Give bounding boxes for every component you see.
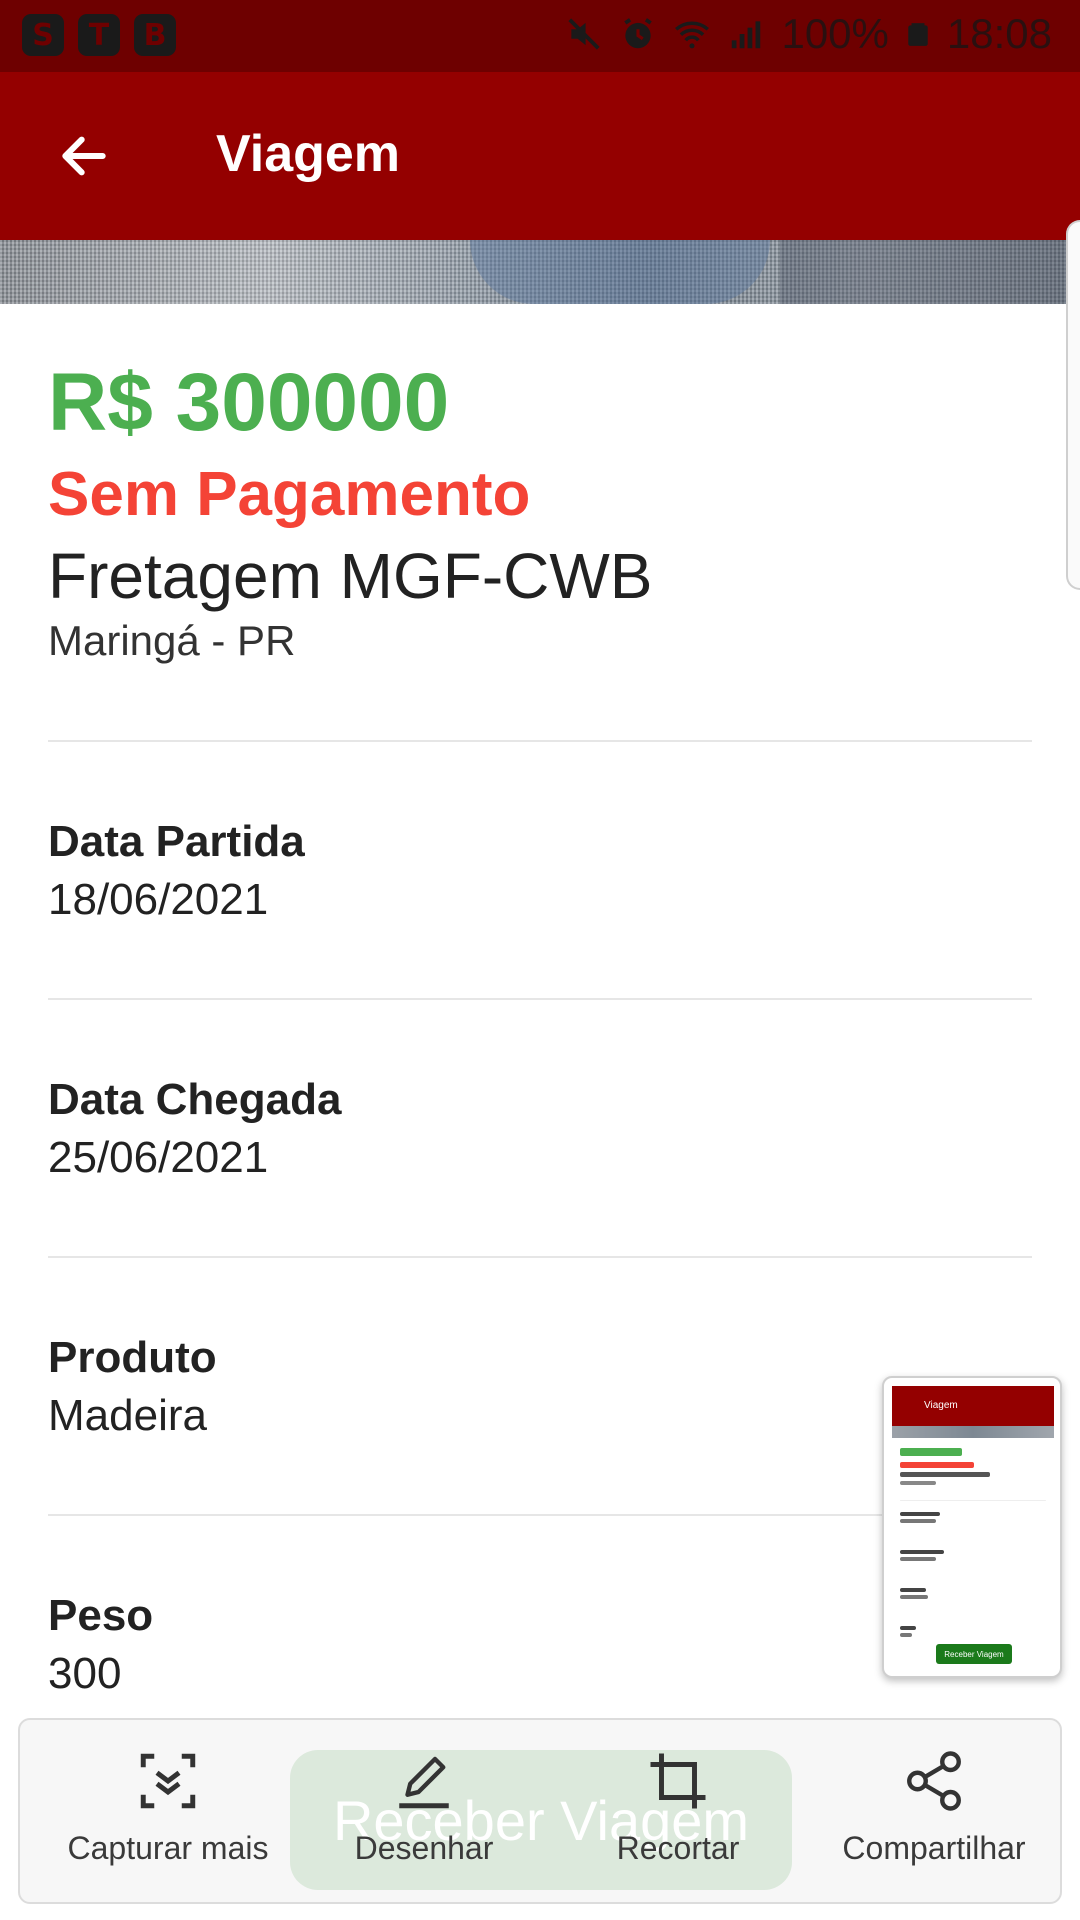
arrival-date-value: 25/06/2021 xyxy=(48,1133,269,1182)
shop-app-icon: S xyxy=(22,14,64,56)
status-bar: S T B 100% 18:08 xyxy=(0,0,1080,72)
share-label: Compartilhar xyxy=(842,1830,1026,1866)
draw-button[interactable]: Desenhar xyxy=(314,1748,534,1878)
signal-icon xyxy=(732,21,761,49)
payment-status: Sem Pagamento xyxy=(48,460,531,529)
twitch-app-icon: T xyxy=(78,14,120,56)
draw-label: Desenhar xyxy=(354,1830,494,1866)
back-button[interactable] xyxy=(44,116,124,196)
trip-name: Fretagem MGF-CWB xyxy=(48,540,653,612)
crop-icon xyxy=(650,1753,706,1809)
divider xyxy=(48,998,1032,1000)
departure-date-label: Data Partida xyxy=(48,817,305,866)
battery-icon xyxy=(908,23,928,46)
trip-city: Maringá - PR xyxy=(48,617,296,664)
scroll-capture-label: Capturar mais xyxy=(67,1830,269,1866)
weight-label: Peso xyxy=(48,1591,154,1640)
crop-button[interactable]: Recortar xyxy=(568,1748,788,1878)
mute-icon xyxy=(568,18,601,50)
scroll-capture-icon xyxy=(140,1753,196,1809)
share-button[interactable]: Compartilhar xyxy=(824,1748,1044,1878)
weight-value: 300 xyxy=(48,1649,122,1698)
divider xyxy=(48,740,1032,742)
pen-icon xyxy=(399,1756,449,1809)
status-bar-notifications: S T B xyxy=(22,14,176,56)
page-title: Viagem xyxy=(216,125,401,183)
trip-price: R$ 300000 xyxy=(48,357,450,448)
wifi-icon xyxy=(675,21,710,49)
battery-percent: 100% xyxy=(781,10,889,57)
share-icon xyxy=(907,1751,961,1811)
departure-date-value: 18/06/2021 xyxy=(48,875,269,924)
product-value: Madeira xyxy=(48,1391,207,1440)
clock: 18:08 xyxy=(946,10,1052,57)
b-app-icon: B xyxy=(134,14,176,56)
arrow-back-icon xyxy=(62,136,106,176)
scroll-capture-button[interactable]: Capturar mais xyxy=(58,1748,278,1878)
crop-label: Recortar xyxy=(616,1830,740,1866)
arrival-date-label: Data Chegada xyxy=(48,1075,342,1124)
divider xyxy=(48,1256,1032,1258)
edge-panel-handle[interactable] xyxy=(1066,220,1080,590)
screenshot-thumbnail[interactable]: Viagem Receber Viagem xyxy=(882,1376,1062,1678)
screenshot-toolbar: Receber Viagem Capturar mais Desenhar Re… xyxy=(18,1718,1062,1904)
trip-banner-image xyxy=(0,240,1080,304)
product-label: Produto xyxy=(48,1333,217,1382)
app-bar: Viagem xyxy=(0,72,1080,240)
alarm-icon xyxy=(624,18,653,49)
status-bar-system: 100% 18:08 xyxy=(565,10,1052,58)
